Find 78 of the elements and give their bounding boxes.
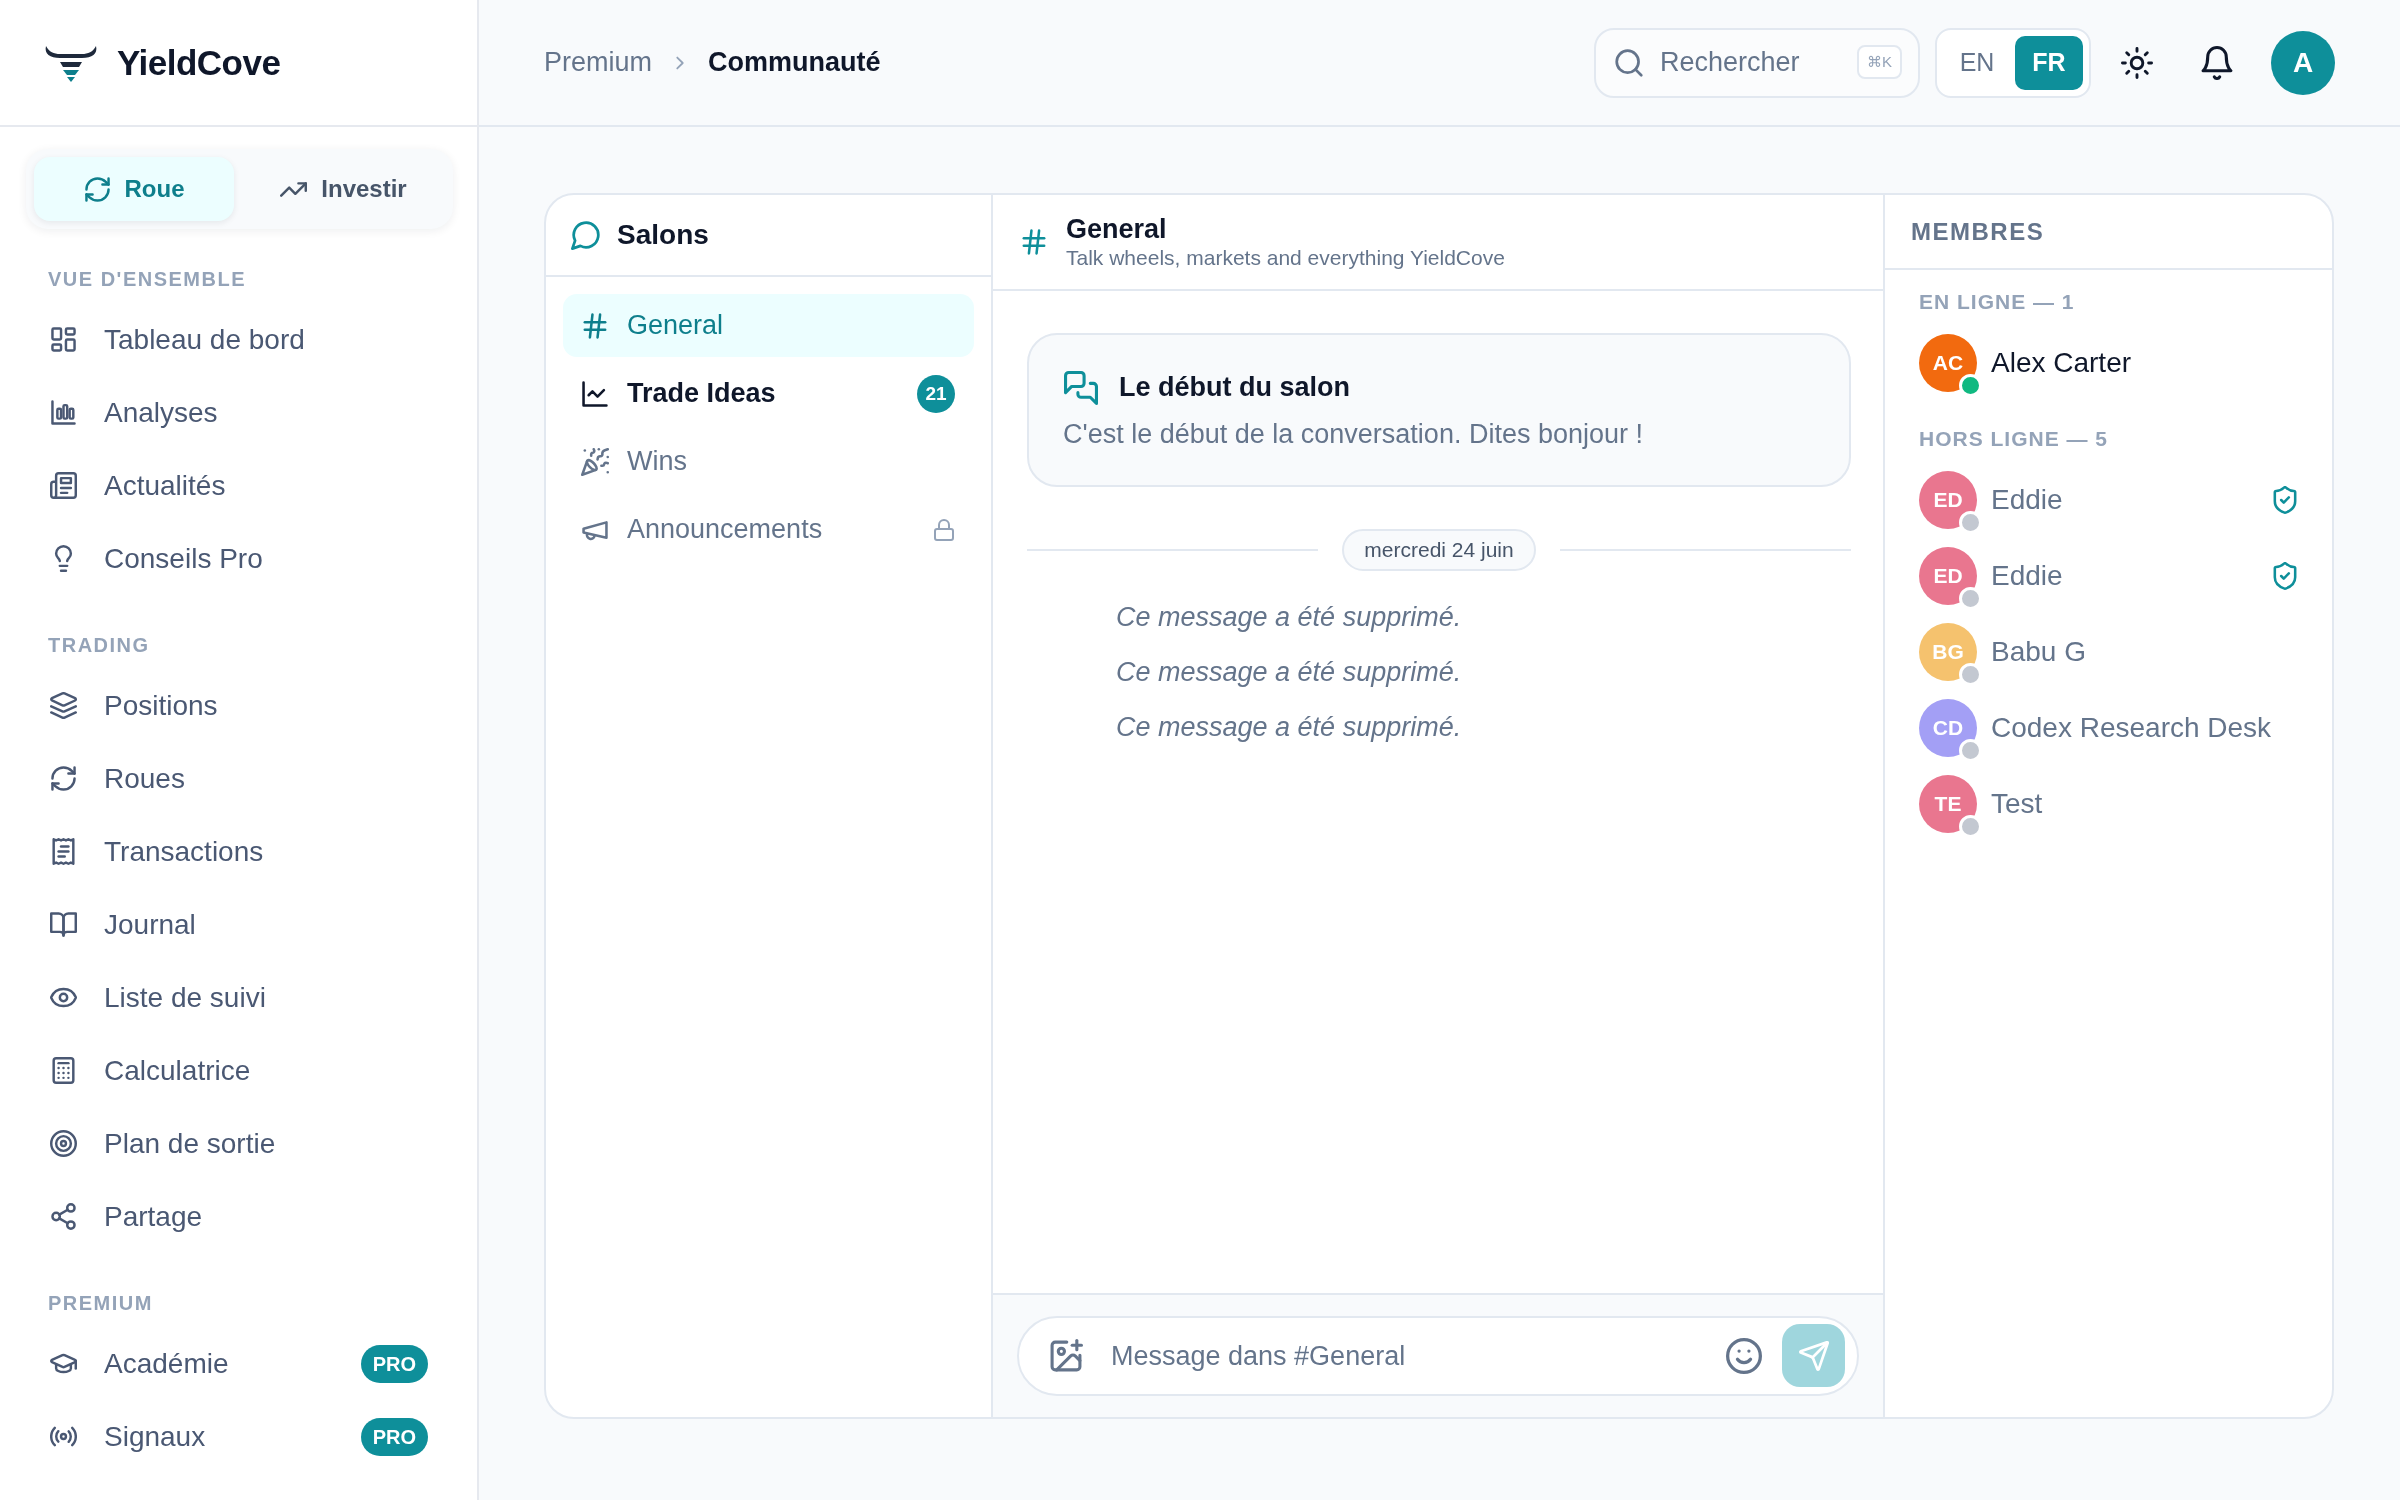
hash-icon bbox=[1020, 228, 1048, 256]
intro-text: C'est le début de la conversation. Dites bonjour ! bbox=[1063, 418, 1644, 450]
channel-item[interactable]: Announcements bbox=[563, 498, 974, 561]
bell-icon[interactable] bbox=[2200, 45, 2234, 80]
target-icon bbox=[50, 1130, 77, 1157]
smiley-icon[interactable] bbox=[1726, 1338, 1762, 1374]
channel-description: Talk wheels, markets and everything YieldCove bbox=[1066, 245, 1505, 271]
member-name[interactable]: Codex Research Desk bbox=[1991, 712, 2272, 744]
sun-icon[interactable] bbox=[2121, 46, 2153, 79]
panel-title: MEMBRES bbox=[1911, 217, 2045, 246]
layers-icon bbox=[50, 692, 77, 719]
channel-item[interactable]: Trade Ideas 21 bbox=[563, 362, 974, 425]
group-title: EN LIGNE — 1 bbox=[1919, 290, 2076, 314]
member-name[interactable]: Test bbox=[1991, 788, 2043, 820]
nav-item[interactable]: Signaux PRO bbox=[0, 1400, 477, 1473]
deleted-message: Ce message a été supprimé. bbox=[1116, 711, 1462, 743]
channel-title: General bbox=[1066, 213, 1168, 245]
member-avatar[interactable]: ED bbox=[1919, 547, 1977, 605]
pro-badge: PRO bbox=[360, 1417, 428, 1456]
receipt-icon bbox=[50, 838, 77, 865]
calculator-icon bbox=[50, 1057, 77, 1084]
refresh-icon bbox=[50, 765, 77, 792]
member-avatar[interactable]: AC bbox=[1919, 334, 1977, 392]
member-name[interactable]: Babu G bbox=[1991, 636, 2086, 668]
breadcrumb-current: Communauté bbox=[708, 47, 881, 78]
nav-item[interactable]: Positions bbox=[0, 669, 477, 742]
channel-item[interactable]: General bbox=[563, 294, 974, 357]
language-option[interactable]: FR bbox=[2015, 35, 2083, 90]
nav-item[interactable]: Académie PRO bbox=[0, 1327, 477, 1400]
intro-title: Le début du salon bbox=[1119, 372, 1350, 403]
search-icon bbox=[1614, 47, 1644, 78]
dashboard-icon bbox=[50, 326, 77, 353]
member-name[interactable]: Alex Carter bbox=[1991, 347, 2132, 379]
share-icon bbox=[50, 1203, 77, 1230]
nav-item[interactable]: Plan de sortie bbox=[0, 1107, 477, 1180]
mode-tab[interactable]: Investir bbox=[242, 157, 445, 221]
nav-item[interactable]: Partage bbox=[0, 1180, 477, 1253]
newspaper-icon bbox=[50, 472, 77, 499]
section-title: VUE D'ENSEMBLE bbox=[47, 267, 247, 291]
nav-item[interactable]: Conseils Pro bbox=[0, 522, 477, 595]
book-icon bbox=[50, 911, 77, 938]
nav-item[interactable]: Transactions bbox=[0, 815, 477, 888]
member-name[interactable]: Eddie bbox=[1991, 560, 2063, 592]
nav-item[interactable]: Actualités bbox=[0, 449, 477, 522]
brand-name: YieldCove bbox=[117, 42, 281, 83]
deleted-message: Ce message a été supprimé. bbox=[1116, 601, 1462, 633]
section-title: TRADING bbox=[47, 633, 151, 657]
nav-item[interactable]: Liste de suivi bbox=[0, 961, 477, 1034]
language-option[interactable]: EN bbox=[1943, 35, 2011, 90]
user-avatar[interactable]: A bbox=[2271, 30, 2335, 95]
channel-item[interactable]: Wins bbox=[563, 430, 974, 493]
panel-title: Salons bbox=[617, 219, 709, 251]
image-add-icon[interactable] bbox=[1049, 1339, 1083, 1373]
mode-tab[interactable]: Roue bbox=[34, 157, 234, 221]
chat-bubbles-icon bbox=[1063, 370, 1099, 405]
nav-item[interactable]: Roues bbox=[0, 742, 477, 815]
unread-count-badge: 21 bbox=[917, 374, 955, 413]
send-icon bbox=[1798, 1340, 1829, 1371]
breadcrumb-link[interactable]: Premium bbox=[544, 47, 652, 78]
chat-bubble-icon bbox=[571, 220, 601, 250]
hash-icon bbox=[581, 311, 609, 340]
deleted-message: Ce message a été supprimé. bbox=[1116, 656, 1462, 688]
member-name[interactable]: Eddie bbox=[1991, 484, 2063, 516]
line-chart-icon bbox=[581, 379, 609, 408]
nav-item[interactable]: Analyses bbox=[0, 376, 477, 449]
bar-chart-icon bbox=[50, 399, 77, 426]
nav-item[interactable]: Tableau de bord bbox=[0, 303, 477, 376]
refresh-icon bbox=[83, 175, 111, 203]
message-input[interactable]: Message dans #General bbox=[1017, 1316, 1859, 1396]
member-avatar[interactable]: ED bbox=[1919, 471, 1977, 529]
member-avatar[interactable]: TE bbox=[1919, 775, 1977, 833]
group-title: HORS LIGNE — 5 bbox=[1919, 427, 2110, 451]
section-title: PREMIUM bbox=[47, 1291, 154, 1315]
party-popper-icon bbox=[581, 447, 609, 476]
nav-item[interactable]: Journal bbox=[0, 888, 477, 961]
date-separator: mercredi 24 juin bbox=[1342, 529, 1536, 571]
nav-item[interactable]: Calculatrice bbox=[0, 1034, 477, 1107]
pro-badge: PRO bbox=[360, 1344, 428, 1383]
